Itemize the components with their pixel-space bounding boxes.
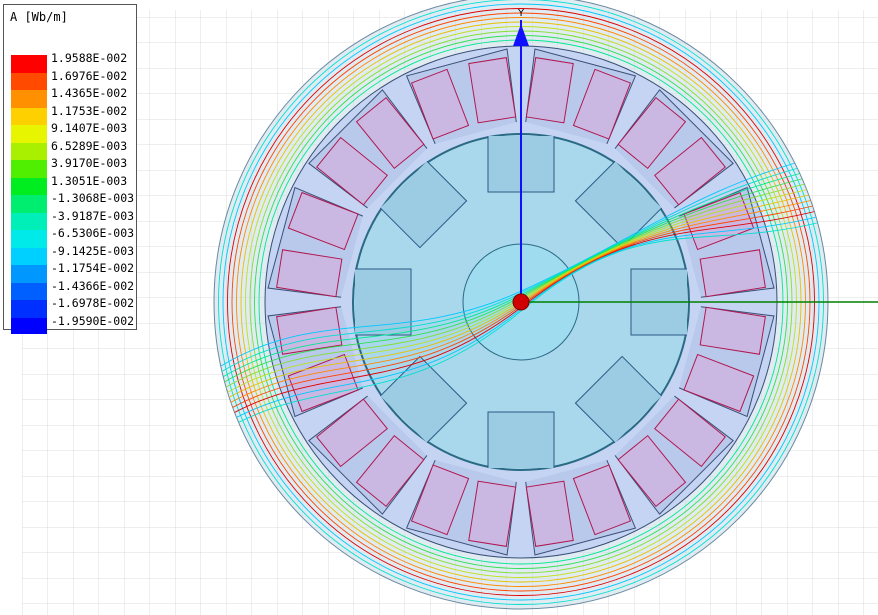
origin-marker xyxy=(512,293,530,311)
legend-entry: 1.1753E-002 xyxy=(11,103,135,126)
legend-value: 1.6976E-002 xyxy=(51,68,128,83)
legend-value: 1.3051E-003 xyxy=(51,173,128,188)
legend-entry: 9.1407E-003 xyxy=(11,121,135,143)
legend-entry: -9.1425E-003 xyxy=(11,243,135,266)
legend-entry: -6.5306E-003 xyxy=(11,226,135,248)
legend-entry: 1.4365E-002 xyxy=(11,86,135,108)
rotor-tooth xyxy=(487,411,555,468)
legend-value: 1.1753E-002 xyxy=(51,103,128,118)
legend-entry: 3.9170E-003 xyxy=(11,156,135,178)
legend-entry: -1.9590E-002 xyxy=(11,313,135,334)
legend-entry: -3.9187E-003 xyxy=(11,208,135,231)
legend-value: 1.4365E-002 xyxy=(51,86,128,100)
legend-value: -1.4366E-002 xyxy=(51,278,135,293)
legend-entry: -1.1754E-002 xyxy=(11,261,135,283)
legend-entry: -1.6978E-002 xyxy=(11,296,135,318)
legend-value: -3.9187E-003 xyxy=(51,208,135,223)
legend-entry: 6.5289E-003 xyxy=(11,138,135,161)
legend-value: -6.5306E-003 xyxy=(51,226,135,240)
legend-value: -9.1425E-003 xyxy=(51,243,135,258)
field-legend[interactable]: A [Wb/m] 1.9588E-002 1.6976E-002 1.4365E-0… xyxy=(3,4,137,334)
y-axis-label: Y xyxy=(517,8,525,19)
legend-entry: 1.9588E-002 xyxy=(11,51,135,73)
legend-title: A [Wb/m] xyxy=(10,10,68,24)
legend-value: 3.9170E-003 xyxy=(51,156,128,170)
legend-value: -1.6978E-002 xyxy=(51,296,135,310)
legend-value: 1.9588E-002 xyxy=(51,51,128,65)
legend-entry: 1.3051E-003 xyxy=(11,173,135,196)
legend-entry: -1.4366E-002 xyxy=(11,278,135,301)
legend-value: 6.5289E-003 xyxy=(51,138,128,153)
legend-entry: -1.3068E-003 xyxy=(11,191,135,213)
legend-entry: 1.6976E-002 xyxy=(11,68,135,91)
legend-value: -1.1754E-002 xyxy=(51,261,135,275)
legend-value: -1.3068E-003 xyxy=(51,191,135,205)
legend-swatch xyxy=(11,317,47,334)
legend-value: -1.9590E-002 xyxy=(51,313,135,328)
legend-value: 9.1407E-003 xyxy=(51,121,128,135)
